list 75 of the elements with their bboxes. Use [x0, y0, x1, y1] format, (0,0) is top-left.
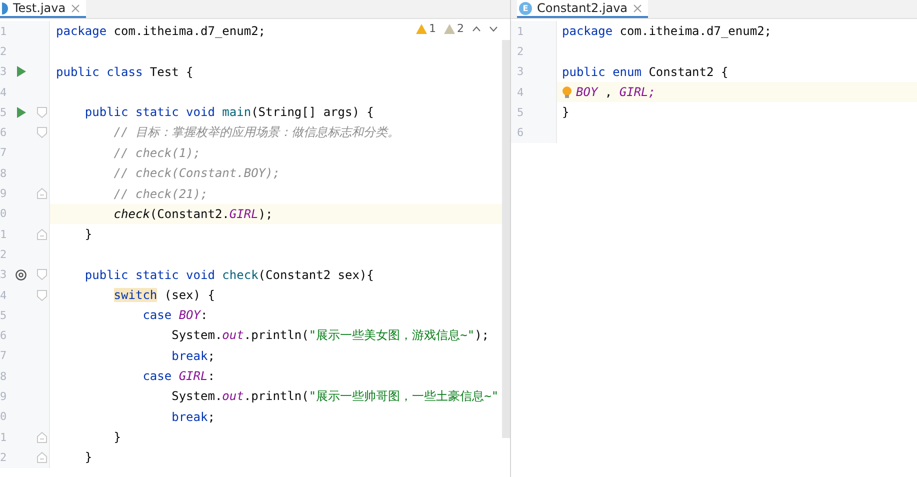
code-line: }: [84, 450, 92, 464]
line-number: 2: [516, 44, 525, 58]
code-line: // 目标：掌握枚举的应用场景：做信息标志和分类。: [112, 124, 400, 142]
run-icon[interactable]: [16, 106, 26, 118]
fold-marker-icon[interactable]: [37, 228, 47, 240]
fold-marker-icon[interactable]: [37, 106, 47, 118]
line-number: 6: [0, 329, 8, 342]
code-line: // check(Constant.BOY);: [112, 166, 280, 180]
line-number: 6: [0, 126, 8, 140]
line-number: 2: [0, 248, 8, 261]
line-number: 0: [0, 207, 8, 220]
file-tab[interactable]: E Constant2.java: [517, 0, 648, 18]
line-number: 8: [0, 166, 8, 180]
inspection-count[interactable]: 2: [444, 22, 464, 35]
line-number: 5: [516, 106, 525, 119]
code-line: }: [84, 227, 92, 242]
line-number: 8: [0, 370, 8, 383]
code-line: case GIRL:: [142, 369, 215, 384]
line-number: 7: [0, 349, 8, 362]
code-line: // check(21);: [112, 186, 208, 201]
code-line: BOY , GIRL;: [576, 85, 656, 100]
code-line: public static void check(Constant2 sex){: [84, 268, 374, 282]
line-number: 1: [516, 24, 525, 38]
close-icon[interactable]: [70, 4, 80, 12]
line-number: 3: [516, 65, 525, 78]
line-number: 0: [0, 410, 8, 424]
code-line: }: [562, 105, 570, 120]
code-line: // check(1);: [112, 146, 200, 160]
line-number: 9: [0, 390, 8, 403]
fold-marker-icon[interactable]: [37, 432, 47, 443]
code-line: public static void main(String[] args) {: [84, 105, 374, 120]
code-line: package com.itheima.d7_enum2;: [562, 24, 772, 38]
code-line: package com.itheima.d7_enum2;: [56, 24, 266, 38]
warning-icon: [416, 24, 427, 34]
code-line: public class Test {: [56, 64, 194, 79]
run-icon[interactable]: [16, 66, 26, 78]
line-number: 1: [0, 24, 8, 38]
warning-icon: [444, 24, 455, 34]
code-line: break;: [170, 348, 215, 363]
line-number: 4: [516, 86, 525, 99]
close-icon[interactable]: [632, 4, 642, 12]
line-number: 3: [0, 268, 8, 282]
line-number: 2: [0, 450, 8, 464]
line-number: 3: [0, 65, 8, 78]
chevron-down-icon[interactable]: [489, 26, 498, 32]
line-number: 6: [516, 126, 525, 140]
lightbulb-icon[interactable]: [562, 86, 572, 99]
line-number: 7: [0, 146, 8, 160]
line-number: 1: [0, 430, 8, 444]
code-line: public enum Constant2 {: [562, 64, 728, 79]
line-number: 2: [0, 44, 8, 58]
code-line: switch (sex) {: [112, 288, 215, 302]
code-line: }: [112, 430, 122, 444]
line-number: 4: [0, 288, 8, 302]
fold-marker-icon[interactable]: [37, 269, 47, 280]
file-tab[interactable]: Test.java: [0, 0, 86, 18]
chevron-up-icon[interactable]: [472, 26, 481, 32]
fold-marker-icon[interactable]: [37, 188, 47, 200]
line-number: 4: [0, 86, 8, 99]
inspection-count[interactable]: 1: [416, 22, 436, 35]
scrollbar[interactable]: [502, 40, 510, 438]
fold-marker-icon[interactable]: [37, 290, 47, 300]
fold-marker-icon[interactable]: [37, 127, 47, 138]
fold-marker-icon[interactable]: [37, 452, 47, 463]
line-number: 5: [0, 106, 8, 119]
class-icon: [2, 2, 8, 14]
code-line: case BOY:: [142, 308, 208, 322]
code-line: check(Constant2.GIRL);: [112, 206, 273, 221]
line-number: 5: [0, 308, 8, 322]
enum-icon: E: [519, 2, 532, 14]
line-number: 1: [0, 228, 8, 241]
code-line: System.out.println("展示一些帅哥图，一些土豪信息~": [170, 388, 499, 405]
line-number: 9: [0, 187, 8, 200]
code-line: break;: [170, 410, 215, 424]
code-line: System.out.println("展示一些美女图，游戏信息~");: [170, 327, 490, 344]
